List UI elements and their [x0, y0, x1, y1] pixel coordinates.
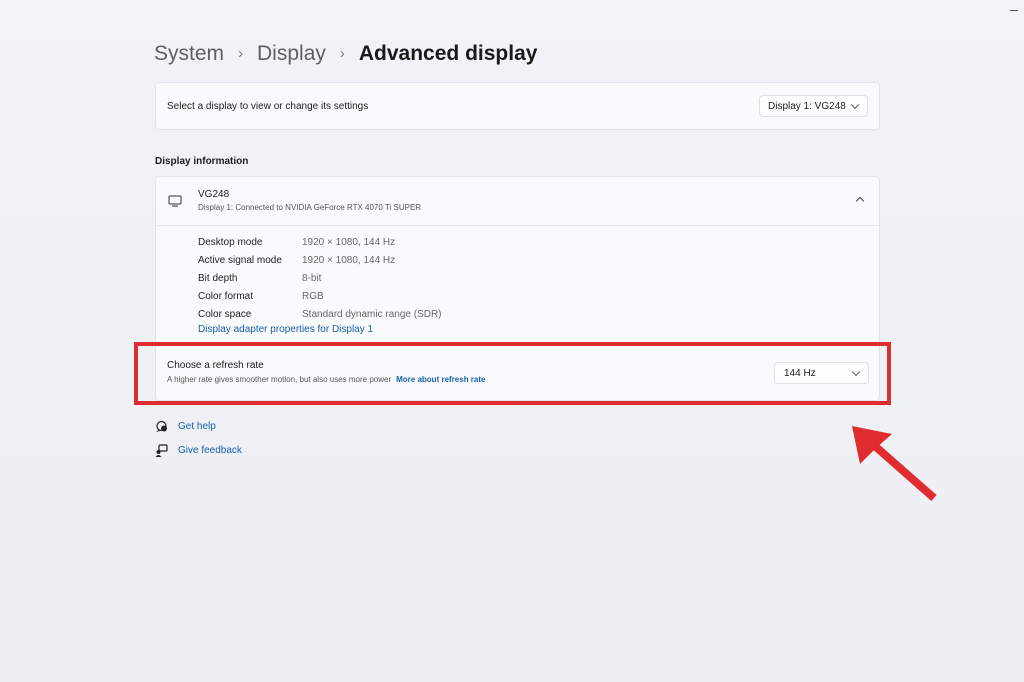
feedback-icon [155, 444, 168, 457]
display-select-value: Display 1: VG248 [768, 100, 846, 112]
info-key: Color space [198, 308, 252, 320]
breadcrumb: System › Display › Advanced display [154, 42, 537, 66]
info-value: 1920 × 1080, 144 Hz [302, 254, 396, 266]
page-title: Advanced display [358, 42, 538, 65]
window-minimize-mark[interactable] [1010, 10, 1018, 11]
info-row-color-space: Color space Standard dynamic range (SDR) [198, 305, 442, 323]
display-connection-subtitle: Display 1: Connected to NVIDIA GeForce R… [198, 203, 422, 212]
display-adapter-properties-link[interactable]: Display adapter properties for Display 1 [198, 324, 373, 335]
select-display-label: Select a display to view or change its s… [167, 101, 369, 112]
info-key: Color format [198, 290, 254, 302]
info-value: 8-bit [302, 272, 322, 284]
breadcrumb-separator: › [238, 44, 244, 62]
info-row-desktop-mode: Desktop mode 1920 × 1080, 144 Hz [198, 233, 442, 251]
display-select-dropdown[interactable]: Display 1: VG248 [759, 95, 868, 117]
display-name: VG248 [198, 189, 230, 200]
info-value: 1920 × 1080, 144 Hz [302, 236, 396, 248]
get-help-link[interactable]: Get help [155, 420, 216, 433]
breadcrumb-system[interactable]: System [154, 42, 224, 66]
info-value: Standard dynamic range (SDR) [302, 308, 442, 320]
select-display-card: Select a display to view or change its s… [155, 82, 880, 130]
help-icon [156, 420, 167, 432]
annotation-highlight-box [134, 342, 891, 405]
get-help-label: Get help [178, 421, 216, 432]
breadcrumb-separator: › [339, 44, 345, 62]
info-row-color-format: Color format RGB [198, 287, 442, 305]
info-value: RGB [302, 290, 324, 302]
chevron-down-icon [850, 100, 860, 110]
info-key: Bit depth [198, 272, 238, 284]
give-feedback-label: Give feedback [178, 445, 242, 456]
display-info-header[interactable]: VG248 Display 1: Connected to NVIDIA GeF… [156, 177, 879, 226]
info-row-bit-depth: Bit depth 8-bit [198, 269, 442, 287]
info-key: Desktop mode [198, 236, 263, 248]
display-info-rows: Desktop mode 1920 × 1080, 144 Hz Active … [198, 233, 442, 323]
give-feedback-link[interactable]: Give feedback [155, 444, 242, 457]
display-information-heading: Display information [155, 156, 249, 167]
annotation-arrow-icon [852, 426, 937, 502]
settings-page: System › Display › Advanced display Sele… [0, 0, 1024, 682]
chevron-up-icon[interactable] [855, 196, 865, 206]
breadcrumb-display[interactable]: Display [257, 42, 326, 66]
info-row-active-signal-mode: Active signal mode 1920 × 1080, 144 Hz [198, 251, 442, 269]
info-key: Active signal mode [198, 254, 282, 266]
monitor-icon [168, 195, 182, 207]
